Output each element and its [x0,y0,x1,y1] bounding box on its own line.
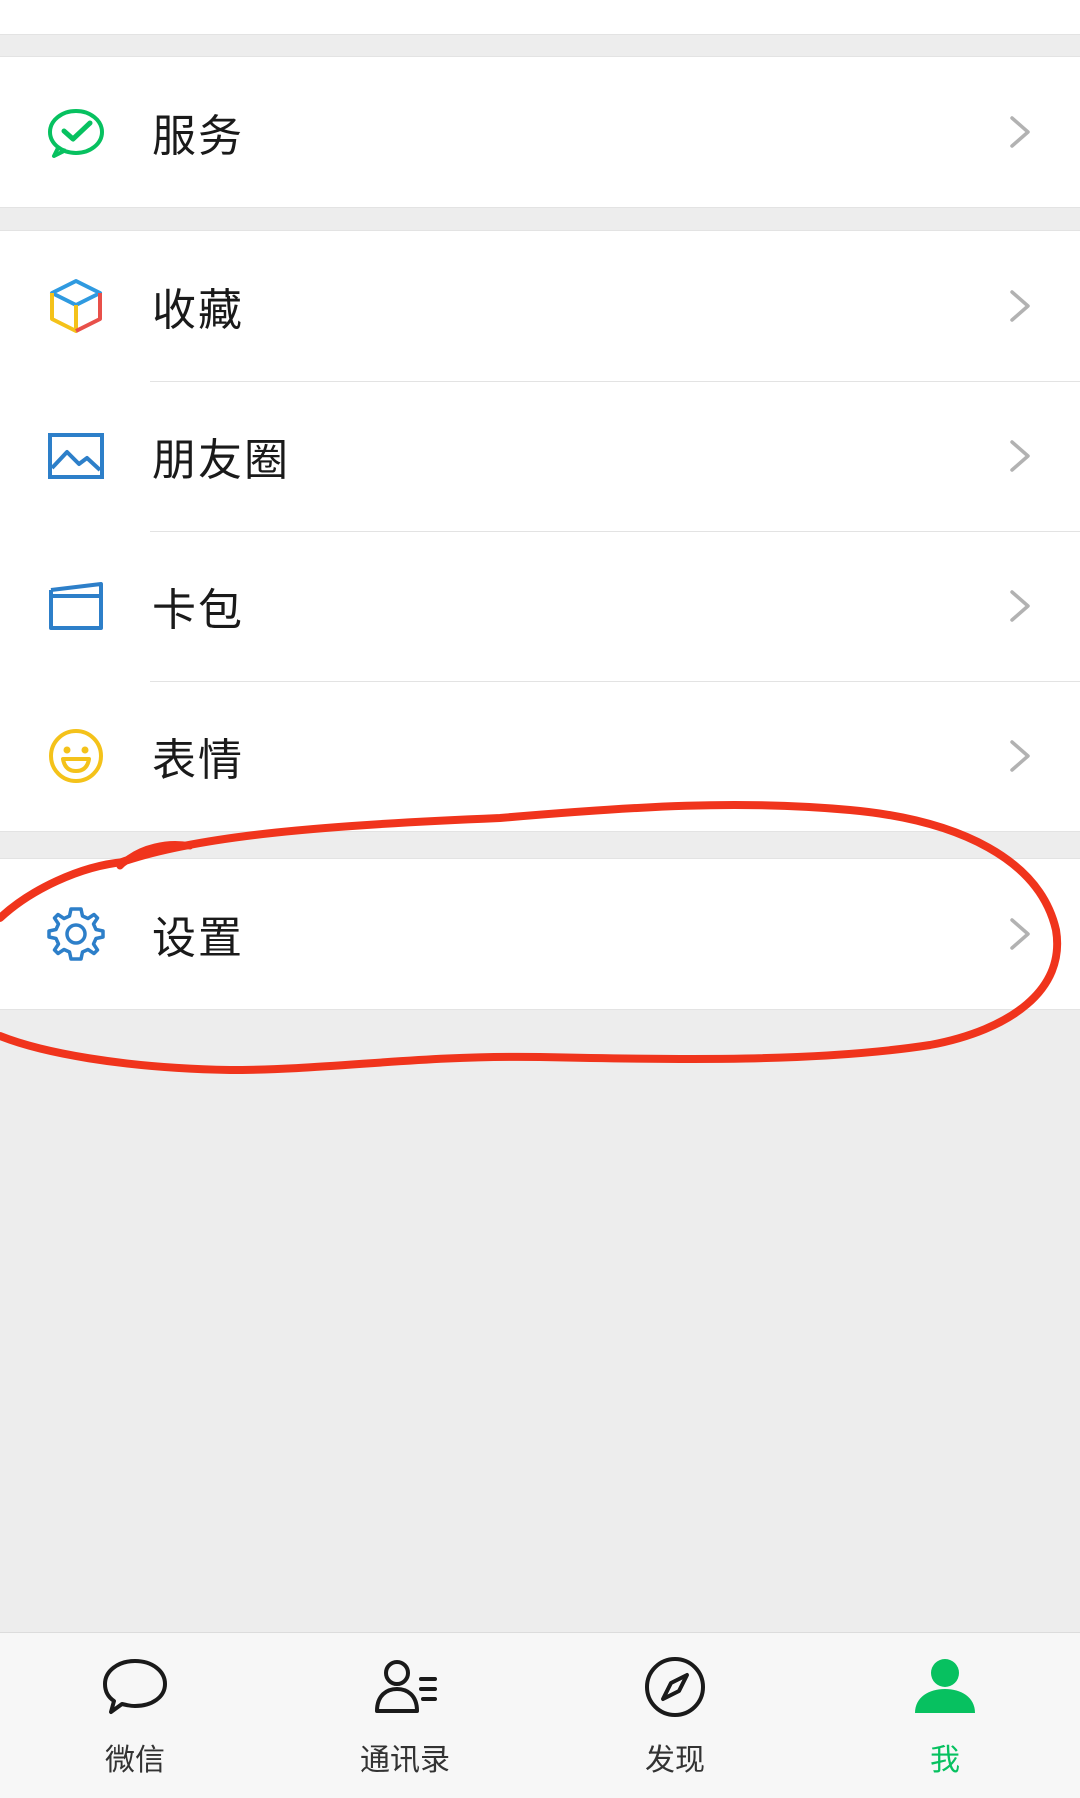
menu-item-cards[interactable]: 卡包 [0,531,1080,681]
menu-item-label: 设置 [152,913,244,964]
menu-item-settings[interactable]: 设置 [0,859,1080,1009]
tab-label: 通讯录 [360,1743,450,1778]
tab-label: 微信 [105,1743,165,1778]
chevron-right-icon [1010,116,1030,148]
chevron-right-icon [1010,290,1030,322]
smiley-icon [44,728,108,784]
tab-discover[interactable]: 发现 [540,1633,810,1798]
menu-item-label: 表情 [152,735,244,786]
menu-item-moments[interactable]: 朋友圈 [0,381,1080,531]
tab-me[interactable]: 我 [810,1633,1080,1798]
tab-label: 发现 [645,1743,705,1778]
menu-item-label: 收藏 [152,285,244,336]
moments-picture-icon [44,428,108,484]
compass-icon [645,1657,705,1717]
previous-section-bottom [0,0,1080,35]
card-wallet-icon [44,578,108,634]
services-check-icon [44,104,108,160]
contacts-icon [375,1660,437,1713]
menu-item-stickers[interactable]: 表情 [0,681,1080,831]
tab-chats[interactable]: 微信 [0,1633,270,1798]
bottom-tab-bar: 微信 通讯录 发现 我 [0,1632,1080,1798]
gear-icon [44,906,108,962]
chevron-right-icon [1010,440,1030,472]
chevron-right-icon [1010,740,1030,772]
chevron-right-icon [1010,918,1030,950]
favorites-cube-icon [44,278,108,334]
menu-item-label: 服务 [152,111,244,162]
chat-bubble-icon [103,1659,167,1714]
menu-group-services: 服务 [0,56,1080,208]
menu-item-services[interactable]: 服务 [0,57,1080,207]
menu-item-label: 卡包 [152,585,244,636]
tab-label: 我 [930,1743,960,1778]
menu-group-main: 收藏 朋友圈 卡包 表情 [0,230,1080,832]
chevron-right-icon [1010,590,1030,622]
person-icon [915,1659,975,1713]
menu-item-label: 朋友圈 [152,435,290,486]
menu-item-favorites[interactable]: 收藏 [0,231,1080,381]
tab-contacts[interactable]: 通讯录 [270,1633,540,1798]
menu-group-settings: 设置 [0,858,1080,1010]
